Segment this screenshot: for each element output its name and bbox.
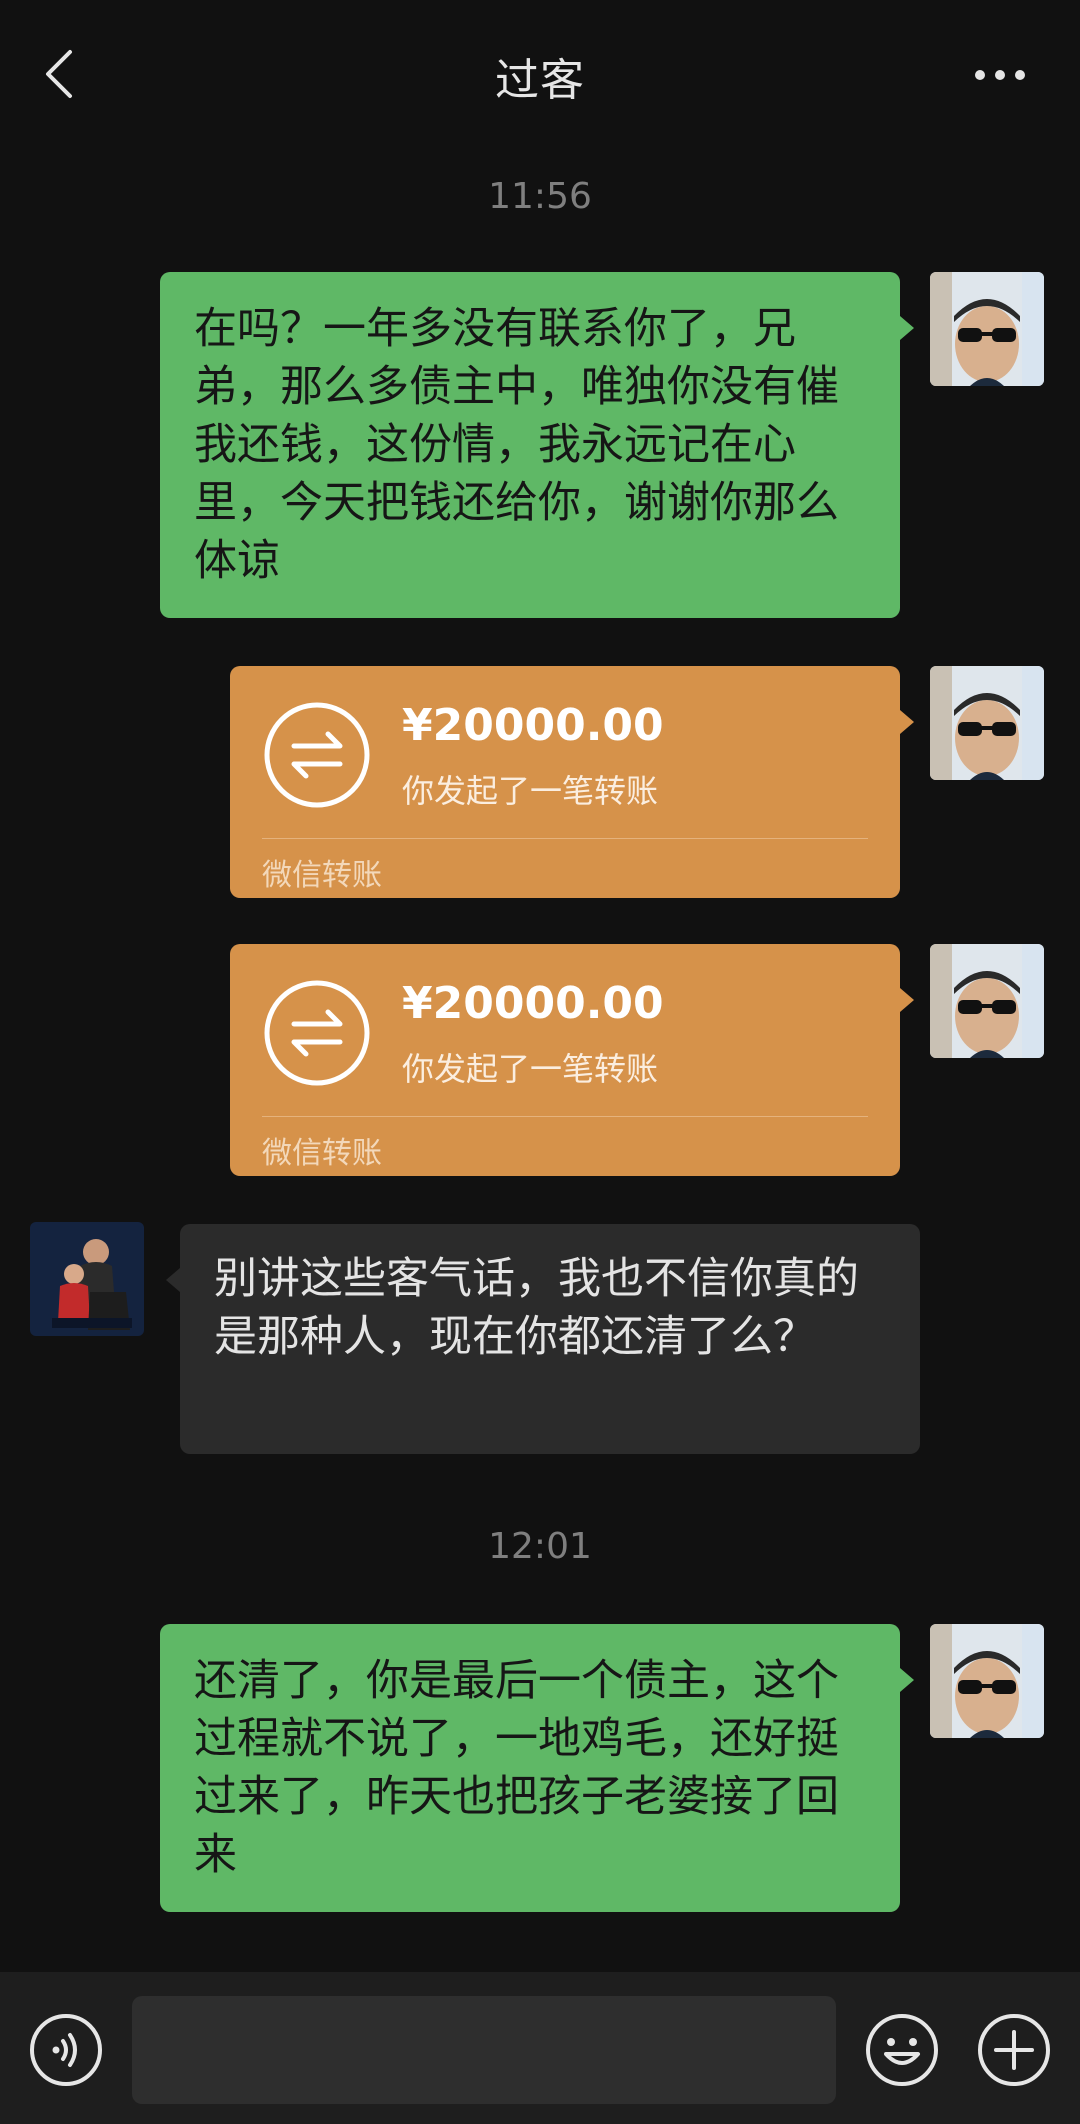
received-message-bubble[interactable]: 别讲这些客气话，我也不信你真的是那种人，现在你都还清了么？ [166, 1224, 920, 1454]
bubble-tail [900, 710, 914, 734]
sent-message-bubble[interactable]: 还清了，你是最后一个债主，这个过程就不说了，一地鸡毛，还好挺过来了，昨天也把孩子… [160, 1624, 914, 1912]
transfer-card[interactable]: ¥20000.00 你发起了一笔转账 微信转账 [230, 666, 914, 898]
message-text: 在吗？一年多没有联系你了，兄弟，那么多债主中，唯独你没有催我还钱，这份情，我永远… [194, 304, 839, 586]
sunglasses-portrait-icon [930, 272, 1044, 386]
transfer-icon [264, 980, 370, 1086]
transfer-description: 你发起了一笔转账 [402, 1050, 659, 1088]
bubble-tail [166, 1268, 180, 1292]
message-input[interactable] [132, 1996, 836, 2104]
voice-icon[interactable] [28, 2012, 104, 2088]
sunglasses-portrait-icon [930, 944, 1044, 1058]
transfer-brand-label: 微信转账 [262, 1136, 382, 1171]
contact-avatar[interactable] [30, 1222, 144, 1336]
transfer-brand-label: 微信转账 [262, 858, 382, 893]
emoji-icon[interactable] [864, 2012, 940, 2088]
family-photo-icon [30, 1222, 144, 1336]
my-avatar[interactable] [930, 666, 1044, 780]
sunglasses-portrait-icon [930, 1624, 1044, 1738]
more-dots-icon[interactable] [970, 60, 1030, 90]
transfer-card[interactable]: ¥20000.00 你发起了一笔转账 微信转账 [230, 944, 914, 1176]
chat-title: 过客 [495, 55, 585, 106]
sunglasses-portrait-icon [930, 666, 1044, 780]
my-avatar[interactable] [930, 1624, 1044, 1738]
timestamp: 12:01 [488, 1526, 592, 1567]
sent-message-bubble[interactable]: 在吗？一年多没有联系你了，兄弟，那么多债主中，唯独你没有催我还钱，这份情，我永远… [160, 272, 914, 618]
bubble-tail [900, 316, 914, 340]
bubble-tail [900, 1668, 914, 1692]
divider [262, 1116, 868, 1117]
input-bar [0, 1972, 1080, 2124]
my-avatar[interactable] [930, 944, 1044, 1058]
transfer-amount: ¥20000.00 [402, 978, 664, 1029]
chat-header: 过客 [0, 0, 1080, 150]
message-text: 别讲这些客气话，我也不信你真的是那种人，现在你都还清了么？ [214, 1254, 859, 1362]
message-text: 还清了，你是最后一个债主，这个过程就不说了，一地鸡毛，还好挺过来了，昨天也把孩子… [194, 1656, 839, 1880]
bubble-tail [900, 988, 914, 1012]
chat-screen: 过客 11:56 在吗？一年多没有联系你了，兄弟，那么多债主中，唯独你没有催我还… [0, 0, 1080, 2124]
divider [262, 838, 868, 839]
timestamp: 11:56 [488, 176, 592, 217]
plus-icon[interactable] [976, 2012, 1052, 2088]
transfer-amount: ¥20000.00 [402, 700, 664, 751]
transfer-description: 你发起了一笔转账 [402, 772, 659, 810]
transfer-icon [264, 702, 370, 808]
my-avatar[interactable] [930, 272, 1044, 386]
